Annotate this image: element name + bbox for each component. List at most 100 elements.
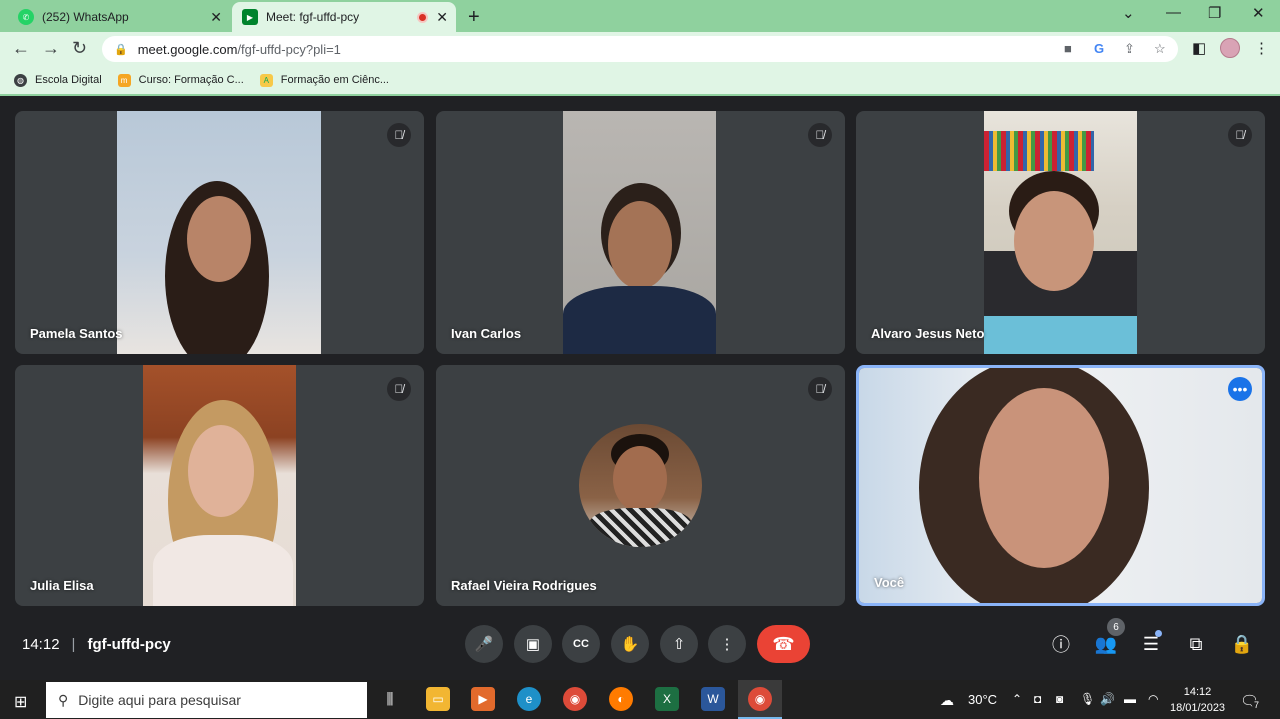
meet-control-bar: 14:12 | fgf-uffd-pcy 🎤 ▣ CC ✋ ⇧ ⋮ ☎ ⓘ 👥 … bbox=[0, 608, 1280, 680]
media-player-icon[interactable]: ▶ bbox=[471, 687, 495, 711]
toolbar: ← → ↻ 🔒 meet.google.com/fgf-uffd-pcy?pli… bbox=[0, 32, 1280, 66]
wifi-icon[interactable]: ◠ bbox=[1148, 692, 1158, 706]
temperature: 30°C bbox=[968, 692, 998, 707]
close-window-button[interactable]: ✕ bbox=[1252, 4, 1265, 22]
windows-start-icon[interactable]: ⊞ bbox=[14, 692, 27, 712]
lock-person-icon: 🔒 bbox=[1230, 633, 1254, 654]
host-controls-button[interactable]: 🔒 bbox=[1228, 630, 1256, 658]
chrome-icon[interactable]: ◉ bbox=[748, 687, 772, 711]
url-host: meet.google.com bbox=[137, 41, 238, 57]
tab-meet[interactable]: ▶ Meet: fgf-uffd-pcy ✕ bbox=[232, 2, 456, 32]
close-icon[interactable]: ✕ bbox=[210, 9, 222, 26]
recording-icon bbox=[417, 11, 428, 23]
search-icon: ⚲ bbox=[58, 691, 69, 708]
chrome-icon[interactable]: ◉ bbox=[563, 687, 587, 711]
participant-tile[interactable]: Alvaro Jesus Neto 🎙̸ bbox=[856, 111, 1265, 354]
tray-chevron-icon[interactable]: ⌃ bbox=[1012, 692, 1022, 706]
leave-call-button[interactable]: ☎ bbox=[757, 625, 810, 663]
participant-name: Julia Elisa bbox=[30, 578, 94, 593]
google-icon[interactable]: G bbox=[1094, 41, 1104, 56]
camera-tray-icon[interactable]: ◙ bbox=[1056, 692, 1063, 706]
bookmark-star-icon[interactable]: ☆ bbox=[1154, 41, 1166, 57]
mic-off-icon: 🎙̸ bbox=[808, 377, 832, 401]
edge-icon[interactable]: e bbox=[517, 687, 541, 711]
course-icon: m bbox=[117, 73, 131, 87]
microphone-tray-icon[interactable]: 🎙 bbox=[1080, 692, 1095, 706]
search-placeholder: Digite aqui para pesquisar bbox=[78, 692, 241, 708]
shirt bbox=[153, 535, 293, 606]
volume-icon[interactable]: 🔊 bbox=[1100, 692, 1115, 706]
mic-off-icon: 🎙̸ bbox=[387, 377, 411, 401]
participant-name: Ivan Carlos bbox=[451, 326, 522, 341]
participant-avatar bbox=[579, 424, 702, 547]
participant-name: Pamela Santos bbox=[30, 326, 123, 341]
more-options-icon[interactable]: ••• bbox=[1228, 377, 1252, 401]
more-vert-icon: ⋮ bbox=[719, 636, 735, 653]
minimize-button[interactable]: — bbox=[1166, 4, 1181, 21]
hang-up-icon: ☎ bbox=[772, 633, 795, 654]
face bbox=[1014, 191, 1094, 291]
excel-icon[interactable]: X bbox=[655, 687, 679, 711]
raise-hand-button[interactable]: ✋ bbox=[611, 625, 649, 663]
meet-tray-icon[interactable]: ◘ bbox=[1034, 692, 1041, 706]
more-options-button[interactable]: ⋮ bbox=[708, 625, 746, 663]
firefox-icon[interactable]: ◐ bbox=[609, 687, 633, 711]
participant-video bbox=[143, 365, 296, 606]
address-bar[interactable]: 🔒 meet.google.com/fgf-uffd-pcy?pli=1 ■ G… bbox=[102, 36, 1178, 62]
meeting-info: 14:12 | fgf-uffd-pcy bbox=[22, 636, 171, 653]
bookmark-label: Curso: Formação C... bbox=[138, 74, 244, 86]
menu-icon[interactable]: ⋮ bbox=[1254, 39, 1269, 57]
participant-tile[interactable]: Pamela Santos 🎙̸ bbox=[15, 111, 424, 354]
bookmark-label: Escola Digital bbox=[35, 74, 102, 86]
separator: | bbox=[71, 636, 76, 653]
back-button[interactable]: ← bbox=[12, 38, 30, 59]
task-view-icon[interactable]: ⫼ bbox=[378, 687, 402, 711]
tab-bar: ✆ (252) WhatsApp ✕ ▶ Meet: fgf-uffd-pcy … bbox=[0, 0, 1280, 32]
participant-video bbox=[563, 111, 716, 354]
battery-icon[interactable]: ▬ bbox=[1124, 692, 1136, 706]
new-tab-button[interactable]: + bbox=[468, 6, 480, 29]
mic-off-icon: 🎙̸ bbox=[1228, 123, 1252, 147]
present-button[interactable]: ⇧ bbox=[660, 625, 698, 663]
maximize-button[interactable]: ❐ bbox=[1208, 4, 1221, 22]
participant-name: Alvaro Jesus Neto bbox=[871, 326, 985, 341]
participant-tile[interactable]: Ivan Carlos 🎙̸ bbox=[436, 111, 845, 354]
activities-button[interactable]: ⧉ bbox=[1182, 630, 1210, 658]
forward-button[interactable]: → bbox=[42, 38, 60, 59]
tab-search-chevron-icon[interactable]: ⌄ bbox=[1122, 4, 1135, 22]
close-icon[interactable]: ✕ bbox=[436, 9, 448, 26]
self-view-tile[interactable]: Você ••• bbox=[856, 365, 1265, 606]
tab-whatsapp[interactable]: ✆ (252) WhatsApp ✕ bbox=[8, 2, 230, 32]
bookmark-item[interactable]: ◍ Escola Digital bbox=[14, 73, 102, 87]
meeting-time: 14:12 bbox=[22, 636, 60, 653]
bookmark-item[interactable]: A Formação em Ciênc... bbox=[259, 73, 389, 87]
meet-icon: ▶ bbox=[242, 9, 258, 25]
face bbox=[608, 201, 672, 289]
reload-button[interactable]: ↻ bbox=[72, 38, 87, 59]
share-icon[interactable]: ⇪ bbox=[1124, 41, 1135, 57]
participant-tile[interactable]: Julia Elisa 🎙̸ bbox=[15, 365, 424, 606]
taskbar-clock[interactable]: 14:12 18/01/2023 bbox=[1170, 684, 1225, 716]
face bbox=[979, 388, 1109, 568]
camera-icon[interactable]: ■ bbox=[1064, 41, 1072, 56]
browser-chrome: ✆ (252) WhatsApp ✕ ▶ Meet: fgf-uffd-pcy … bbox=[0, 0, 1280, 96]
taskbar-search[interactable]: ⚲ Digite aqui para pesquisar bbox=[46, 682, 367, 718]
face bbox=[613, 446, 667, 512]
mic-off-icon: 🎙̸ bbox=[387, 123, 411, 147]
people-icon: 👥 bbox=[1094, 633, 1118, 654]
bookmark-item[interactable]: m Curso: Formação C... bbox=[117, 73, 244, 87]
participant-video bbox=[859, 368, 1262, 603]
bookmarks-bar: ◍ Escola Digital m Curso: Formação C... … bbox=[0, 66, 1280, 94]
side-panel-icon[interactable]: ◧ bbox=[1192, 39, 1206, 57]
chat-notification-dot bbox=[1155, 630, 1162, 637]
file-explorer-icon[interactable]: ▭ bbox=[426, 687, 450, 711]
microphone-button[interactable]: 🎤 bbox=[465, 625, 503, 663]
face bbox=[188, 425, 254, 517]
mic-off-icon: 🎙̸ bbox=[808, 123, 832, 147]
captions-button[interactable]: CC bbox=[562, 625, 600, 663]
participant-tile[interactable]: Rafael Vieira Rodrigues 🎙̸ bbox=[436, 365, 845, 606]
word-icon[interactable]: W bbox=[701, 687, 725, 711]
camera-button[interactable]: ▣ bbox=[514, 625, 552, 663]
profile-avatar[interactable] bbox=[1220, 38, 1240, 58]
meeting-details-button[interactable]: ⓘ bbox=[1047, 630, 1075, 658]
